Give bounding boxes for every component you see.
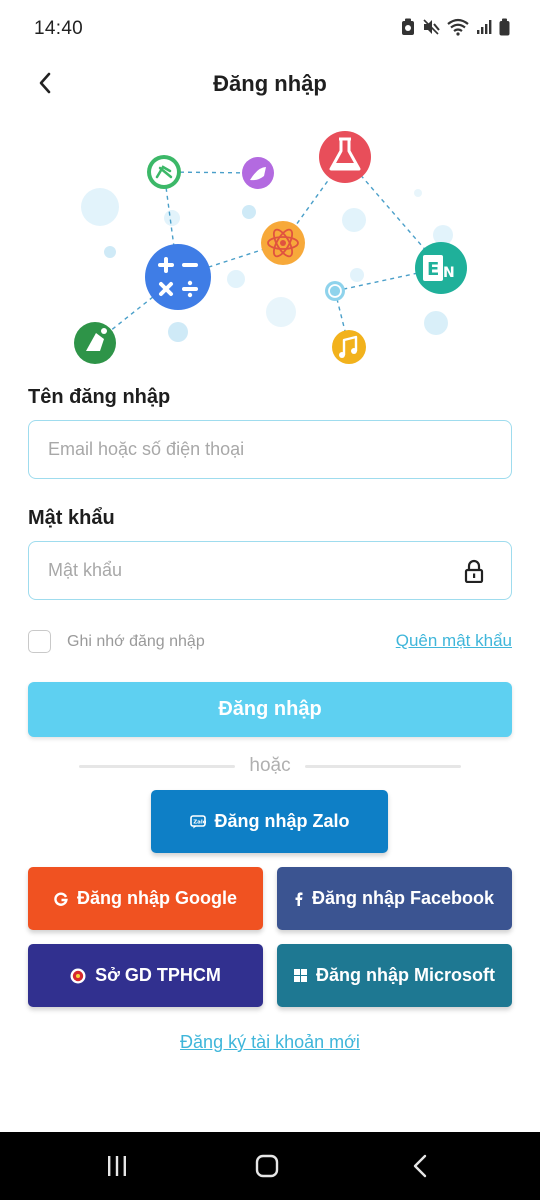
svg-text:E: E: [427, 259, 439, 280]
english-language-icon: E N: [415, 242, 467, 294]
password-input[interactable]: [48, 542, 448, 599]
zalo-login-label: Đăng nhập Zalo: [214, 811, 350, 831]
forgot-password-link[interactable]: Quên mật khẩu: [396, 631, 512, 651]
username-field-box[interactable]: [28, 420, 512, 479]
facebook-login-button[interactable]: Đăng nhập Facebook: [277, 867, 512, 930]
microsoft-login-button[interactable]: Đăng nhập Microsoft: [277, 944, 512, 1007]
login-screen: 14:40 Đăng nhập E N Tên đăng nhập Email …: [0, 0, 540, 1200]
lock-icon[interactable]: [463, 559, 485, 583]
recent-apps-icon: [108, 1156, 126, 1176]
svg-text:N: N: [443, 265, 455, 281]
remember-label: Ghi nhớ đăng nhập: [67, 632, 205, 650]
remember-login-toggle[interactable]: Ghi nhớ đăng nhập: [28, 630, 205, 653]
password-label: Mật khẩu: [28, 507, 115, 529]
battery-icon: [499, 18, 510, 36]
wifi-icon: [447, 18, 469, 36]
battery-saver-icon: [402, 18, 414, 35]
zalo-icon: Zalo: [189, 814, 206, 829]
home-icon: [255, 1154, 279, 1178]
sogd-login-label: Sở GD TPHCM: [95, 965, 221, 985]
system-back-button[interactable]: [400, 1150, 440, 1182]
status-bar: 14:40: [0, 0, 540, 60]
microsoft-icon: [294, 969, 307, 982]
back-chevron-icon: [413, 1154, 427, 1178]
or-divider: hoặc: [79, 754, 462, 778]
status-time: 14:40: [34, 18, 84, 39]
zalo-login-button[interactable]: Zalo Đăng nhập Zalo: [151, 790, 388, 853]
math-operators-icon: [145, 244, 211, 310]
mute-icon: [423, 19, 440, 35]
globe-icon: [325, 281, 345, 301]
recent-apps-button[interactable]: [97, 1150, 137, 1182]
home-button[interactable]: [247, 1150, 287, 1182]
signal-icon: [477, 20, 492, 34]
svg-text:Zalo: Zalo: [193, 819, 206, 825]
facebook-login-label: Đăng nhập Facebook: [311, 888, 495, 908]
paint-icon: [242, 157, 274, 189]
divider-line-right: [304, 764, 462, 768]
google-login-label: Đăng nhập Google: [77, 888, 237, 908]
sogd-emblem-icon: [70, 968, 86, 984]
teacher-icon: [147, 155, 181, 189]
microsoft-login-label: Đăng nhập Microsoft: [316, 965, 495, 985]
divider-line-left: [79, 764, 236, 768]
username-input[interactable]: [48, 421, 448, 478]
register-account-link[interactable]: Đăng ký tài khoản mới: [0, 1032, 540, 1053]
or-text: hoặc: [249, 755, 291, 776]
google-icon: [54, 892, 68, 906]
history-icon: [74, 322, 116, 364]
subjects-illustration: E N: [74, 131, 467, 364]
login-button[interactable]: Đăng nhập: [28, 682, 512, 737]
username-label: Tên đăng nhập: [28, 386, 171, 408]
atom-icon: [261, 221, 305, 265]
facebook-icon: [295, 891, 303, 906]
password-field-box[interactable]: [28, 541, 512, 600]
system-nav-bar: [0, 1132, 540, 1200]
status-icons: [401, 18, 510, 36]
page-title: Đăng nhập: [213, 71, 327, 96]
login-button-label: Đăng nhập: [218, 698, 322, 720]
remember-checkbox[interactable]: [28, 630, 51, 653]
music-icon: [332, 330, 366, 364]
google-login-button[interactable]: Đăng nhập Google: [28, 867, 263, 930]
chemistry-flask-icon: [319, 131, 371, 183]
sogd-login-button[interactable]: Sở GD TPHCM: [28, 944, 263, 1007]
